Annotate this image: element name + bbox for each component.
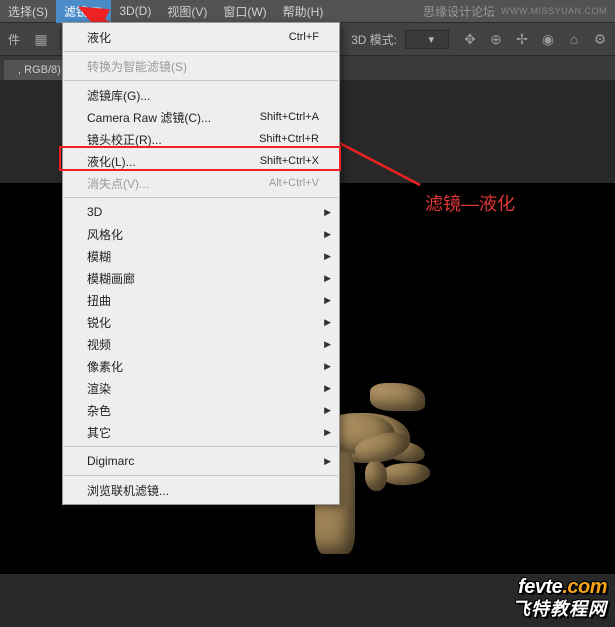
- menu-3d-submenu[interactable]: 3D ▶: [63, 201, 339, 223]
- chevron-right-icon: ▶: [324, 456, 331, 467]
- menu-separator: [64, 80, 338, 81]
- menu-item-label: 浏览联机滤镜...: [87, 482, 319, 499]
- menu-item-shortcut: Alt+Ctrl+V: [269, 177, 319, 189]
- toolbar-partial-label: 件: [4, 31, 24, 48]
- chevron-right-icon: ▶: [324, 229, 331, 240]
- chevron-right-icon: ▶: [324, 317, 331, 328]
- chevron-right-icon: ▶: [324, 427, 331, 438]
- home-icon[interactable]: ⌂: [563, 28, 585, 50]
- chevron-right-icon: ▶: [324, 295, 331, 306]
- menu-item-label: 3D: [87, 205, 319, 219]
- menu-item-label: 模糊: [87, 248, 319, 265]
- move-icon[interactable]: ✢: [511, 28, 533, 50]
- menu-item-label: 扭曲: [87, 292, 319, 309]
- menu-separator: [64, 197, 338, 198]
- filter-dropdown: 液化 Ctrl+F 转换为智能滤镜(S) 滤镜库(G)... Camera Ra…: [62, 22, 340, 505]
- menu-window[interactable]: 窗口(W): [215, 0, 274, 23]
- mode-label: 3D 模式:: [351, 31, 399, 48]
- menu-liquify[interactable]: 液化(L)... Shift+Ctrl+X: [63, 150, 339, 172]
- annotation-text: 滤镜—液化: [425, 190, 515, 216]
- menu-other-submenu[interactable]: 其它 ▶: [63, 421, 339, 443]
- menu-last-filter[interactable]: 液化 Ctrl+F: [63, 26, 339, 48]
- chevron-right-icon: ▶: [324, 251, 331, 262]
- menu-distort-submenu[interactable]: 扭曲 ▶: [63, 289, 339, 311]
- menu-item-label: 滤镜库(G)...: [87, 87, 319, 104]
- grid-icon[interactable]: ▦: [30, 28, 52, 50]
- menu-blur-gallery-submenu[interactable]: 模糊画廊 ▶: [63, 267, 339, 289]
- menu-item-shortcut: Shift+Ctrl+A: [260, 111, 319, 123]
- chevron-right-icon: ▶: [324, 383, 331, 394]
- gear-icon[interactable]: ⚙: [589, 28, 611, 50]
- menu-item-label: 消失点(V)...: [87, 175, 269, 192]
- menu-camera-raw[interactable]: Camera Raw 滤镜(C)... Shift+Ctrl+A: [63, 106, 339, 128]
- menu-item-shortcut: Shift+Ctrl+X: [260, 155, 319, 167]
- menu-item-shortcut: Ctrl+F: [289, 31, 319, 43]
- forum-name: 思缘设计论坛: [423, 3, 495, 20]
- menu-view[interactable]: 视图(V): [159, 0, 215, 23]
- menu-item-label: 视频: [87, 336, 319, 353]
- menu-pixelate-submenu[interactable]: 像素化 ▶: [63, 355, 339, 377]
- menu-item-label: 液化: [87, 29, 289, 46]
- watermark: fevte.com 飞特教程网: [512, 576, 607, 621]
- menu-lens-correction[interactable]: 镜头校正(R)... Shift+Ctrl+R: [63, 128, 339, 150]
- menu-item-label: 风格化: [87, 226, 319, 243]
- menu-item-label: Digimarc: [87, 454, 319, 468]
- forum-url: WWW.MISSYUAN.COM: [501, 6, 607, 16]
- menu-help[interactable]: 帮助(H): [275, 0, 332, 23]
- menu-item-label: 渲染: [87, 380, 319, 397]
- pan-icon[interactable]: ⊕: [485, 28, 507, 50]
- chevron-right-icon: ▶: [324, 207, 331, 218]
- menu-item-label: 模糊画廊: [87, 270, 319, 287]
- menu-item-label: 其它: [87, 424, 319, 441]
- chevron-right-icon: ▶: [324, 361, 331, 372]
- watermark-line2: 飞特教程网: [512, 595, 607, 621]
- menu-3d[interactable]: 3D(D): [111, 1, 159, 21]
- menu-separator: [64, 51, 338, 52]
- menubar: 选择(S) 滤镜(T) 3D(D) 视图(V) 窗口(W) 帮助(H) 思缘设计…: [0, 0, 615, 22]
- menu-item-label: 像素化: [87, 358, 319, 375]
- menu-separator: [64, 475, 338, 476]
- menu-convert-smart-filter[interactable]: 转换为智能滤镜(S): [63, 55, 339, 77]
- separator: [60, 28, 61, 50]
- menu-item-shortcut: Shift+Ctrl+R: [259, 133, 319, 145]
- mode-select[interactable]: ▾: [405, 30, 449, 49]
- menu-sharpen-submenu[interactable]: 锐化 ▶: [63, 311, 339, 333]
- menu-video-submenu[interactable]: 视频 ▶: [63, 333, 339, 355]
- orbit-icon[interactable]: ✥: [459, 28, 481, 50]
- chevron-right-icon: ▶: [324, 339, 331, 350]
- menu-filter[interactable]: 滤镜(T): [56, 0, 111, 23]
- menu-render-submenu[interactable]: 渲染 ▶: [63, 377, 339, 399]
- menu-blur-submenu[interactable]: 模糊 ▶: [63, 245, 339, 267]
- menu-filter-gallery[interactable]: 滤镜库(G)...: [63, 84, 339, 106]
- chevron-right-icon: ▶: [324, 405, 331, 416]
- chevron-right-icon: ▶: [324, 273, 331, 284]
- menu-item-label: 液化(L)...: [87, 153, 260, 170]
- menu-browse-online[interactable]: 浏览联机滤镜...: [63, 479, 339, 501]
- menu-select[interactable]: 选择(S): [0, 0, 56, 23]
- look-icon[interactable]: ◉: [537, 28, 559, 50]
- menu-separator: [64, 446, 338, 447]
- menu-item-label: 锐化: [87, 314, 319, 331]
- menu-item-label: Camera Raw 滤镜(C)...: [87, 109, 260, 126]
- menu-item-label: 杂色: [87, 402, 319, 419]
- menu-vanishing-point[interactable]: 消失点(V)... Alt+Ctrl+V: [63, 172, 339, 194]
- menu-noise-submenu[interactable]: 杂色 ▶: [63, 399, 339, 421]
- menu-stylize-submenu[interactable]: 风格化 ▶: [63, 223, 339, 245]
- menu-item-label: 镜头校正(R)...: [87, 131, 259, 148]
- menu-item-label: 转换为智能滤镜(S): [87, 58, 319, 75]
- menu-digimarc-submenu[interactable]: Digimarc ▶: [63, 450, 339, 472]
